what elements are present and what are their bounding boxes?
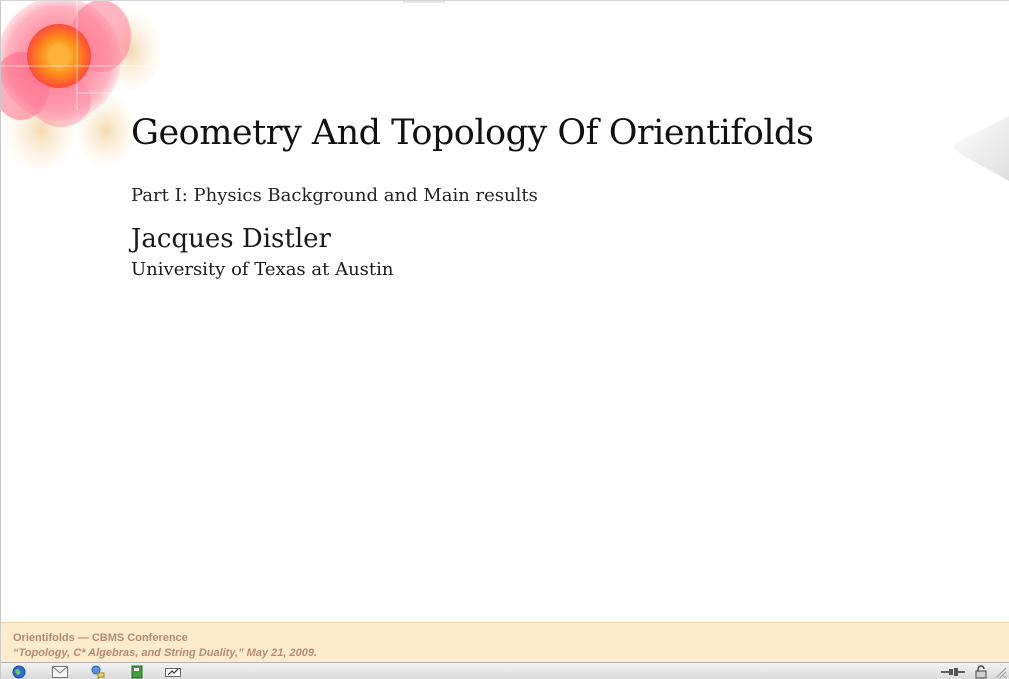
footer-conference: Orientifolds — CBMS Conference — [13, 632, 188, 644]
security-lock-icon[interactable] — [972, 664, 990, 679]
author-name: Jacques Distler — [131, 224, 331, 254]
slide-footer: Orientifolds — CBMS Conference “Topology… — [1, 622, 1009, 662]
globe-icon[interactable] — [10, 664, 28, 679]
status-bar — [1, 662, 1009, 679]
footer-event: “Topology, C* Algebras, and String Duali… — [13, 647, 317, 659]
online-connection-icon[interactable] — [941, 664, 965, 679]
author-affiliation: University of Texas at Austin — [131, 259, 394, 280]
browser-window: Geometry And Topology Of Orientifolds Pa… — [0, 0, 1009, 679]
window-top-tab — [403, 1, 445, 3]
resize-grip-icon[interactable] — [991, 664, 1009, 679]
slide-title: Geometry And Topology Of Orientifolds — [131, 113, 814, 153]
slide-subtitle: Part I: Physics Background and Main resu… — [131, 185, 538, 206]
chat-icon[interactable] — [89, 664, 107, 679]
swoosh-decoration-icon — [954, 116, 1009, 181]
mail-icon[interactable] — [51, 664, 69, 679]
composer-icon[interactable] — [164, 664, 182, 679]
addressbook-icon[interactable] — [128, 664, 146, 679]
